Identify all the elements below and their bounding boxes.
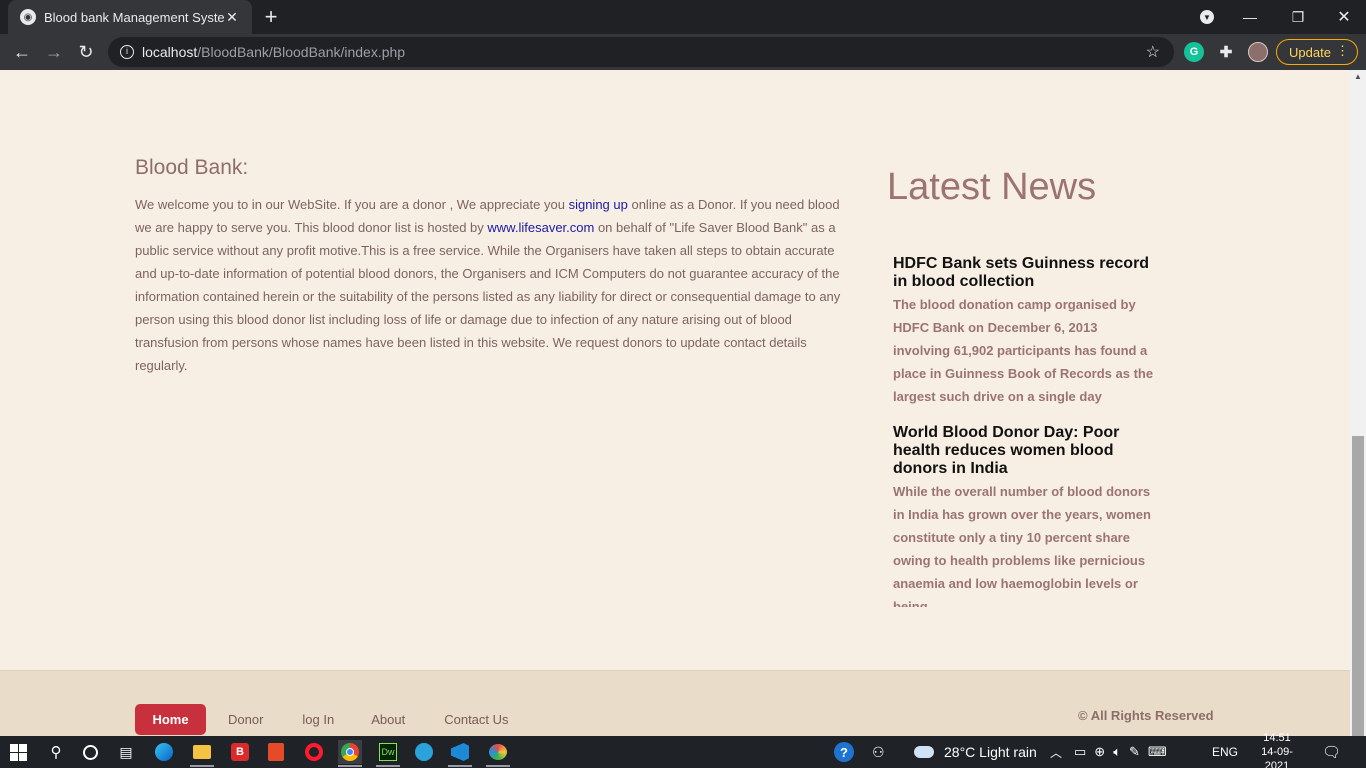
file-explorer-app-icon[interactable] [190, 740, 214, 767]
info-icon[interactable]: i [120, 45, 134, 59]
nav-donor[interactable]: Donor [228, 704, 263, 735]
nav-home[interactable]: Home [135, 704, 206, 735]
weather-text: 28°C Light rain [944, 744, 1037, 760]
nav-about[interactable]: About [371, 704, 405, 735]
people-icon[interactable]: ⚇ [872, 736, 885, 768]
globe-icon: ◉ [20, 9, 36, 25]
about-title: Blood Bank: [135, 156, 249, 179]
opera-app-icon[interactable] [302, 740, 326, 764]
scroll-up-icon[interactable]: ▲ [1354, 72, 1362, 81]
cortana-icon[interactable] [78, 740, 102, 764]
news-body: The blood donation camp organised by HDF… [893, 297, 1154, 404]
news-marquee: HDFC Bank sets Guinness record in blood … [893, 255, 1155, 607]
task-view-icon[interactable]: ▤ [114, 740, 138, 764]
reload-button[interactable]: ↻ [74, 40, 98, 64]
dreamweaver-app-icon[interactable]: Dw [376, 740, 400, 767]
news-item: HDFC Bank sets Guinness record in blood … [893, 255, 1155, 408]
tab-search-button[interactable]: ▼ [1196, 0, 1218, 34]
browser-tab[interactable]: ◉ Blood bank Management System ✕ [8, 0, 252, 34]
browser-titlebar: ◉ Blood bank Management System ✕ + ▼ — ❐… [0, 0, 1366, 34]
about-paragraph: We welcome you to in our WebSite. If you… [135, 193, 845, 377]
news-headline: HDFC Bank sets Guinness record in blood … [893, 255, 1150, 290]
url-host: localhost [142, 44, 198, 60]
about-text-1: We welcome you to in our WebSite. If you… [135, 197, 569, 212]
profile-avatar[interactable] [1248, 42, 1268, 62]
chevron-down-icon: ▼ [1200, 10, 1214, 24]
update-button[interactable]: Update ⋮ [1276, 39, 1358, 65]
vscode-app-icon[interactable] [448, 740, 472, 767]
search-icon[interactable]: ⚲ [44, 740, 68, 764]
copyright-text: © All Rights Reserved [1078, 708, 1214, 723]
latest-news-title: Latest News [887, 166, 1097, 208]
url-path: /BloodBank/BloodBank/index.php [197, 44, 406, 60]
notification-center-icon[interactable]: 🗨︎ [1322, 736, 1341, 768]
extensions-puzzle-icon[interactable]: ✚ [1216, 42, 1236, 62]
weather-widget[interactable]: 28°C Light rain [914, 736, 1037, 768]
about-text-3: on behalf of "Life Saver Blood Bank" as … [135, 220, 841, 373]
help-icon[interactable]: ? [834, 736, 854, 768]
page-footer: Home Donor log In About Contact Us © All… [0, 670, 1350, 736]
address-bar[interactable]: i localhost /BloodBank/BloodBank/index.p… [108, 37, 1174, 67]
close-window-button[interactable]: ✕ [1326, 0, 1362, 34]
signup-link[interactable]: signing up [569, 197, 628, 212]
battery-icon[interactable]: ▭ [1074, 744, 1086, 760]
menu-dots-icon: ⋮ [1336, 43, 1349, 58]
minimize-button[interactable]: — [1232, 0, 1268, 34]
pen-icon[interactable]: ✎ [1129, 744, 1140, 760]
clock-date: 14-09-2021 [1261, 746, 1293, 768]
b-app-icon[interactable]: B [228, 740, 252, 764]
back-button[interactable]: ← [10, 40, 34, 64]
page-scrollbar[interactable]: ▲ [1350, 70, 1366, 736]
scrollbar-thumb[interactable] [1352, 436, 1364, 736]
close-tab-icon[interactable]: ✕ [224, 9, 240, 26]
tab-title: Blood bank Management System [44, 9, 224, 25]
paint-app-icon[interactable] [486, 740, 510, 767]
cloud-icon [914, 746, 934, 758]
office-app-icon[interactable] [264, 740, 288, 764]
system-tray-icons[interactable]: ▭ ⊕ 🔈︎ ✎ ⌨ [1074, 736, 1167, 768]
network-icon[interactable]: ⊕ [1094, 744, 1105, 760]
news-headline: World Blood Donor Day: Poor health reduc… [893, 424, 1120, 477]
keyboard-icon[interactable]: ⌨ [1148, 744, 1167, 760]
news-item: World Blood Donor Day: Poor health reduc… [893, 424, 1155, 607]
new-tab-button[interactable]: + [260, 4, 282, 30]
forward-button[interactable]: → [42, 40, 66, 64]
browser-toolbar: ← → ↻ i localhost /BloodBank/BloodBank/i… [0, 34, 1366, 70]
windows-start-icon[interactable] [6, 740, 30, 764]
clock-time: 14:51 [1263, 732, 1291, 744]
telegram-app-icon[interactable] [412, 740, 436, 764]
show-hidden-icons-icon[interactable]: ︿ [1050, 736, 1062, 768]
update-label: Update [1289, 44, 1331, 60]
language-indicator[interactable]: ENG [1212, 736, 1238, 768]
nav-login[interactable]: log In [302, 704, 334, 735]
windows-taskbar: ⚲ ▤ B Dw ? ⚇ 28°C Light rain ︿ ▭ ⊕ 🔈︎ ✎ … [0, 732, 1366, 768]
lifesaver-link[interactable]: www.lifesaver.com [487, 220, 594, 235]
edge-app-icon[interactable] [152, 740, 176, 764]
restore-button[interactable]: ❐ [1280, 0, 1316, 34]
nav-contact[interactable]: Contact Us [444, 704, 508, 735]
clock[interactable]: 14:51 14-09-2021 [1252, 732, 1302, 768]
bookmark-star-icon[interactable]: ☆ [1146, 42, 1160, 62]
chrome-app-icon[interactable] [338, 740, 362, 767]
footer-nav: Home Donor log In About Contact Us [135, 704, 509, 735]
volume-icon[interactable]: 🔈︎ [1113, 744, 1121, 760]
news-body: While the overall number of blood donors… [893, 484, 1151, 607]
grammarly-extension-icon[interactable]: G [1184, 42, 1204, 62]
